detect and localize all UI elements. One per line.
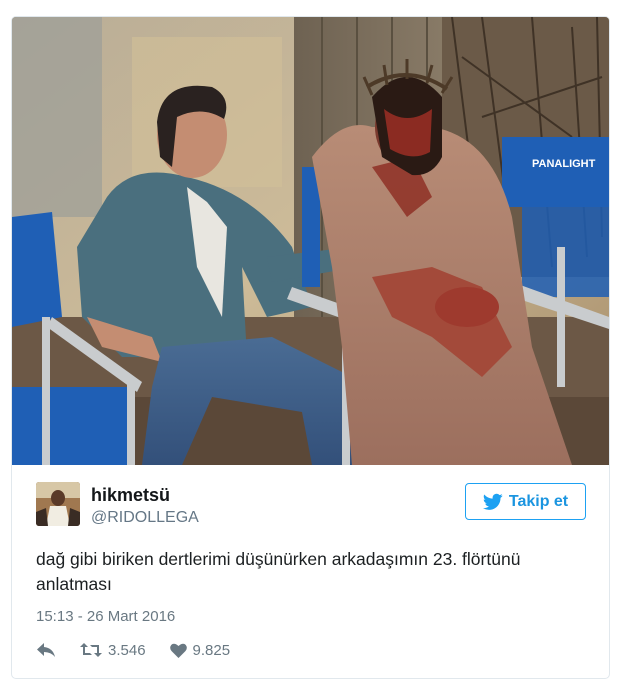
like-count: 9.825 [192,641,231,659]
author-names: hikmetsü @RIDOLLEGA [91,484,199,529]
tweet-text: dağ gibi biriken dertlerimi düşünürken a… [36,549,521,594]
like-button[interactable]: 9.825 [169,641,231,659]
display-name[interactable]: hikmetsü [91,484,199,506]
retweet-icon [80,643,102,657]
tweet-actions: 3.546 9.825 [36,639,254,661]
chair-label: PANALIGHT [532,158,596,170]
reply-button[interactable] [36,642,56,658]
avatar[interactable] [36,482,80,526]
photo-illustration: PANALIGHT [12,17,609,465]
follow-button-label: Takip et [508,492,569,510]
reply-icon [37,643,55,657]
tweet-card: PANALIGHT hikmetsü @RIDOLLEGA Takip et d… [11,16,610,679]
user-handle[interactable]: @RIDOLLEGA [91,507,199,529]
retweet-button[interactable]: 3.546 [80,642,146,659]
retweet-count: 3.546 [108,641,146,659]
twitter-bird-icon [482,493,503,510]
tweet-photo[interactable]: PANALIGHT [12,17,609,465]
tweet-timestamp[interactable]: 15:13 - 26 Mart 2016 [36,607,175,627]
follow-button[interactable]: Takip et [465,483,586,520]
heart-icon [169,643,187,658]
avatar-image [36,482,80,526]
